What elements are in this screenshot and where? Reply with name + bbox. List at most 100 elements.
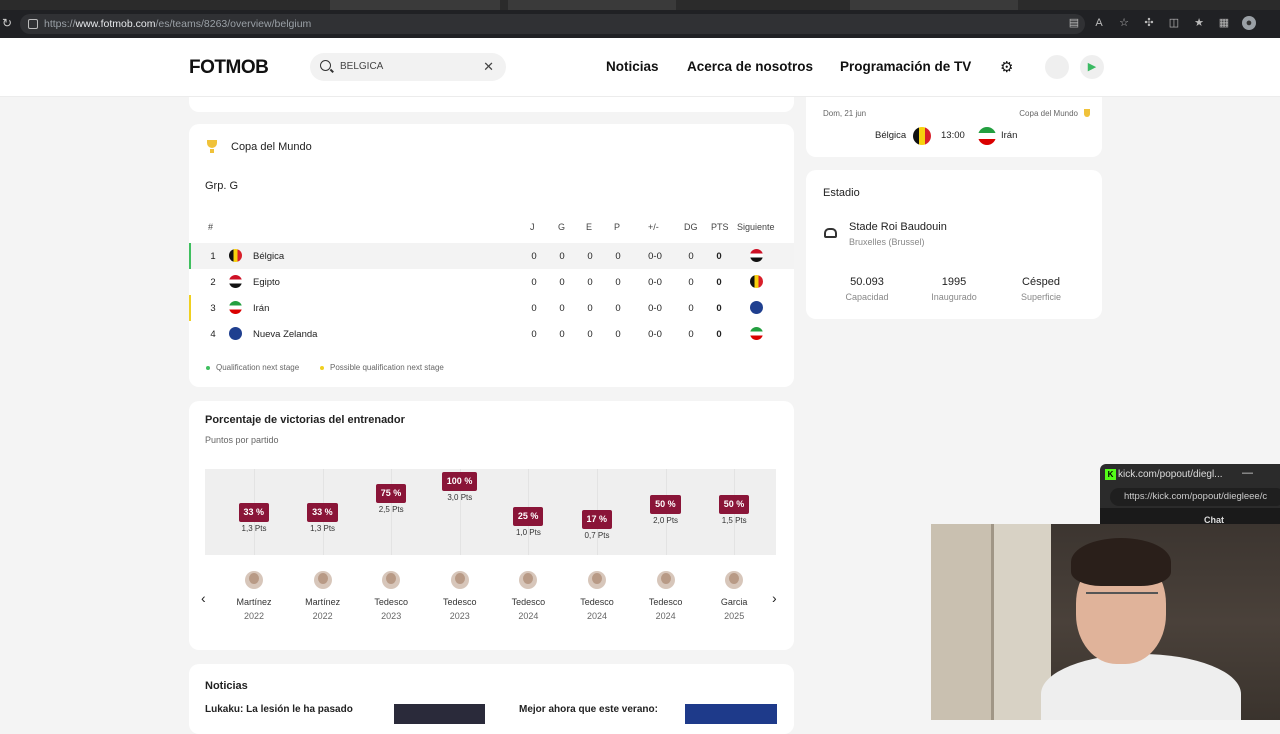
win-percentage-badge[interactable]: 17 %: [581, 510, 613, 530]
table-row[interactable]: 2 Egipto 0 0 0 0 0-0 0 0: [189, 269, 794, 295]
coach-avatar[interactable]: [656, 571, 675, 589]
favorites-icon[interactable]: ★: [1192, 16, 1206, 30]
news-card: Noticias Lukaku: La lesión le ha pasado …: [189, 664, 794, 734]
col-header-j: J: [530, 222, 535, 232]
coach-name[interactable]: Tedesco: [567, 597, 627, 607]
belgium-flag-icon: [913, 127, 931, 145]
profile-icon[interactable]: ●: [1242, 16, 1256, 30]
coach-avatar[interactable]: [725, 571, 744, 589]
belgium-flag-icon[interactable]: [750, 275, 763, 288]
news-thumbnail[interactable]: [394, 704, 485, 724]
lost: 0: [615, 251, 621, 262]
table-row[interactable]: 3 Irán 0 0 0 0 0-0 0 0: [189, 295, 794, 321]
win-percentage-badge[interactable]: 33 %: [238, 502, 270, 522]
search-box[interactable]: BELGICA ✕: [310, 53, 506, 81]
coach-name[interactable]: Martínez: [293, 597, 353, 607]
new-zealand-flag-icon[interactable]: [750, 301, 763, 314]
iran-flag-icon[interactable]: [750, 327, 763, 340]
win-percentage-badge[interactable]: 100 %: [441, 472, 478, 491]
minimize-icon[interactable]: —: [1242, 467, 1253, 479]
table-row[interactable]: 4 Nueva Zelanda 0 0 0 0 0-0 0 0: [189, 321, 794, 347]
egypt-flag-icon[interactable]: [750, 249, 763, 262]
position: 1: [210, 251, 216, 262]
coach-name[interactable]: Tedesco: [430, 597, 490, 607]
win-percentage-badge[interactable]: 75 %: [375, 483, 407, 503]
team-name[interactable]: Egipto: [253, 277, 280, 288]
news-headline[interactable]: Lukaku: La lesión le ha pasado: [205, 704, 353, 715]
reader-icon[interactable]: ▤: [1067, 16, 1081, 30]
iran-flag-icon: [229, 301, 242, 314]
qualify-indicator: [189, 243, 191, 269]
nav-programacion-tv[interactable]: Programación de TV: [840, 59, 971, 74]
search-input[interactable]: BELGICA: [340, 61, 383, 72]
coach-card-subtitle: Puntos por partido: [205, 435, 279, 445]
kick-url-field[interactable]: https://kick.com/popout/diegleee/c: [1110, 488, 1280, 506]
coach-name[interactable]: Tedesco: [498, 597, 558, 607]
coach-chart: 33 % 1,3 Pts 33 % 1,3 Pts 75 % 2,5 Pts 100 % 3,…: [205, 469, 776, 555]
coach-name[interactable]: Tedesco: [636, 597, 696, 607]
coach-avatar[interactable]: [313, 571, 332, 589]
chevron-right-icon[interactable]: ›: [772, 590, 777, 606]
news-thumbnail[interactable]: [685, 704, 777, 724]
won: 0: [559, 277, 565, 288]
points-per-match: 1,0 Pts: [515, 527, 541, 537]
stadium-name: Stade Roi Baudouin: [849, 221, 947, 233]
col-header-siguiente: Siguiente: [737, 222, 775, 232]
collections-icon[interactable]: ▦: [1217, 16, 1231, 30]
previous-card: [189, 97, 794, 112]
google-play-icon[interactable]: ▶: [1080, 55, 1104, 79]
clear-search-icon[interactable]: ✕: [483, 59, 494, 75]
fotmob-logo[interactable]: FOTMOB: [189, 57, 269, 79]
match-time: 13:00: [941, 130, 965, 141]
team-name[interactable]: Bélgica: [253, 251, 284, 262]
coach-card-title: Porcentaje de victorias del entrenador: [205, 414, 405, 426]
settings-gear-icon[interactable]: ⚙: [1000, 58, 1013, 76]
next-match-card[interactable]: Dom, 21 jun Copa del Mundo Bélgica 13:00…: [806, 97, 1102, 157]
goal-diff: 0: [688, 277, 694, 288]
competition-title[interactable]: Copa del Mundo: [231, 141, 312, 153]
coach-name[interactable]: Garcia: [704, 597, 764, 607]
coach-avatar[interactable]: [519, 571, 538, 589]
coach-avatar[interactable]: [450, 571, 469, 589]
team-name[interactable]: Irán: [253, 303, 269, 314]
nav-noticias[interactable]: Noticias: [606, 59, 659, 74]
kick-popout-titlebar[interactable]: K kick.com/popout/diegl... —: [1100, 464, 1280, 486]
win-percentage-badge[interactable]: 33 %: [307, 502, 338, 522]
drawn: 0: [587, 329, 593, 340]
webcam-person-glasses: [1086, 592, 1158, 610]
coach-name[interactable]: Tedesco: [361, 597, 421, 607]
coach-avatar[interactable]: [588, 571, 606, 589]
chevron-left-icon[interactable]: ‹: [201, 590, 206, 606]
browser-tab[interactable]: [850, 0, 1018, 10]
kick-popout-title: kick.com/popout/diegl...: [1118, 469, 1223, 480]
win-percentage-badge[interactable]: 25 %: [512, 506, 544, 526]
news-headline[interactable]: Mejor ahora que este verano:: [519, 704, 658, 715]
goal-diff: 0: [688, 251, 694, 262]
won: 0: [559, 303, 565, 314]
drawn: 0: [587, 251, 593, 262]
belgium-flag-icon: [229, 249, 242, 262]
coach-avatar[interactable]: [245, 571, 263, 589]
win-percentage-badge[interactable]: 50 %: [718, 495, 750, 514]
coach-name[interactable]: Martínez: [224, 597, 284, 607]
points-per-match: 0,7 Pts: [584, 531, 610, 541]
split-screen-icon[interactable]: ◫: [1167, 16, 1181, 30]
url-field[interactable]: https://www.fotmob.com/es/teams/8263/ove…: [20, 14, 1085, 34]
coach-avatar[interactable]: [382, 571, 401, 589]
col-header-plusminus: +/-: [648, 222, 659, 232]
inaugurated-label: Inaugurado: [931, 292, 977, 302]
reload-icon[interactable]: ↻: [2, 16, 12, 30]
apple-app-icon[interactable]: [1045, 55, 1069, 79]
favorite-star-icon[interactable]: ☆: [1117, 16, 1131, 30]
read-aloud-icon[interactable]: A: [1092, 16, 1106, 30]
nav-acerca[interactable]: Acerca de nosotros: [687, 59, 813, 74]
lock-icon: [28, 19, 38, 29]
capacity-value: 50.093: [850, 276, 884, 288]
browser-tab[interactable]: [330, 0, 500, 10]
extensions-icon[interactable]: ✣: [1142, 16, 1156, 30]
browser-tab[interactable]: [508, 0, 676, 10]
table-row[interactable]: 1 Bélgica 0 0 0 0 0-0 0 0: [189, 243, 794, 269]
team-name[interactable]: Nueva Zelanda: [253, 329, 317, 340]
points-per-match: 1,3 Pts: [310, 523, 336, 533]
win-percentage-badge[interactable]: 50 %: [650, 495, 681, 514]
